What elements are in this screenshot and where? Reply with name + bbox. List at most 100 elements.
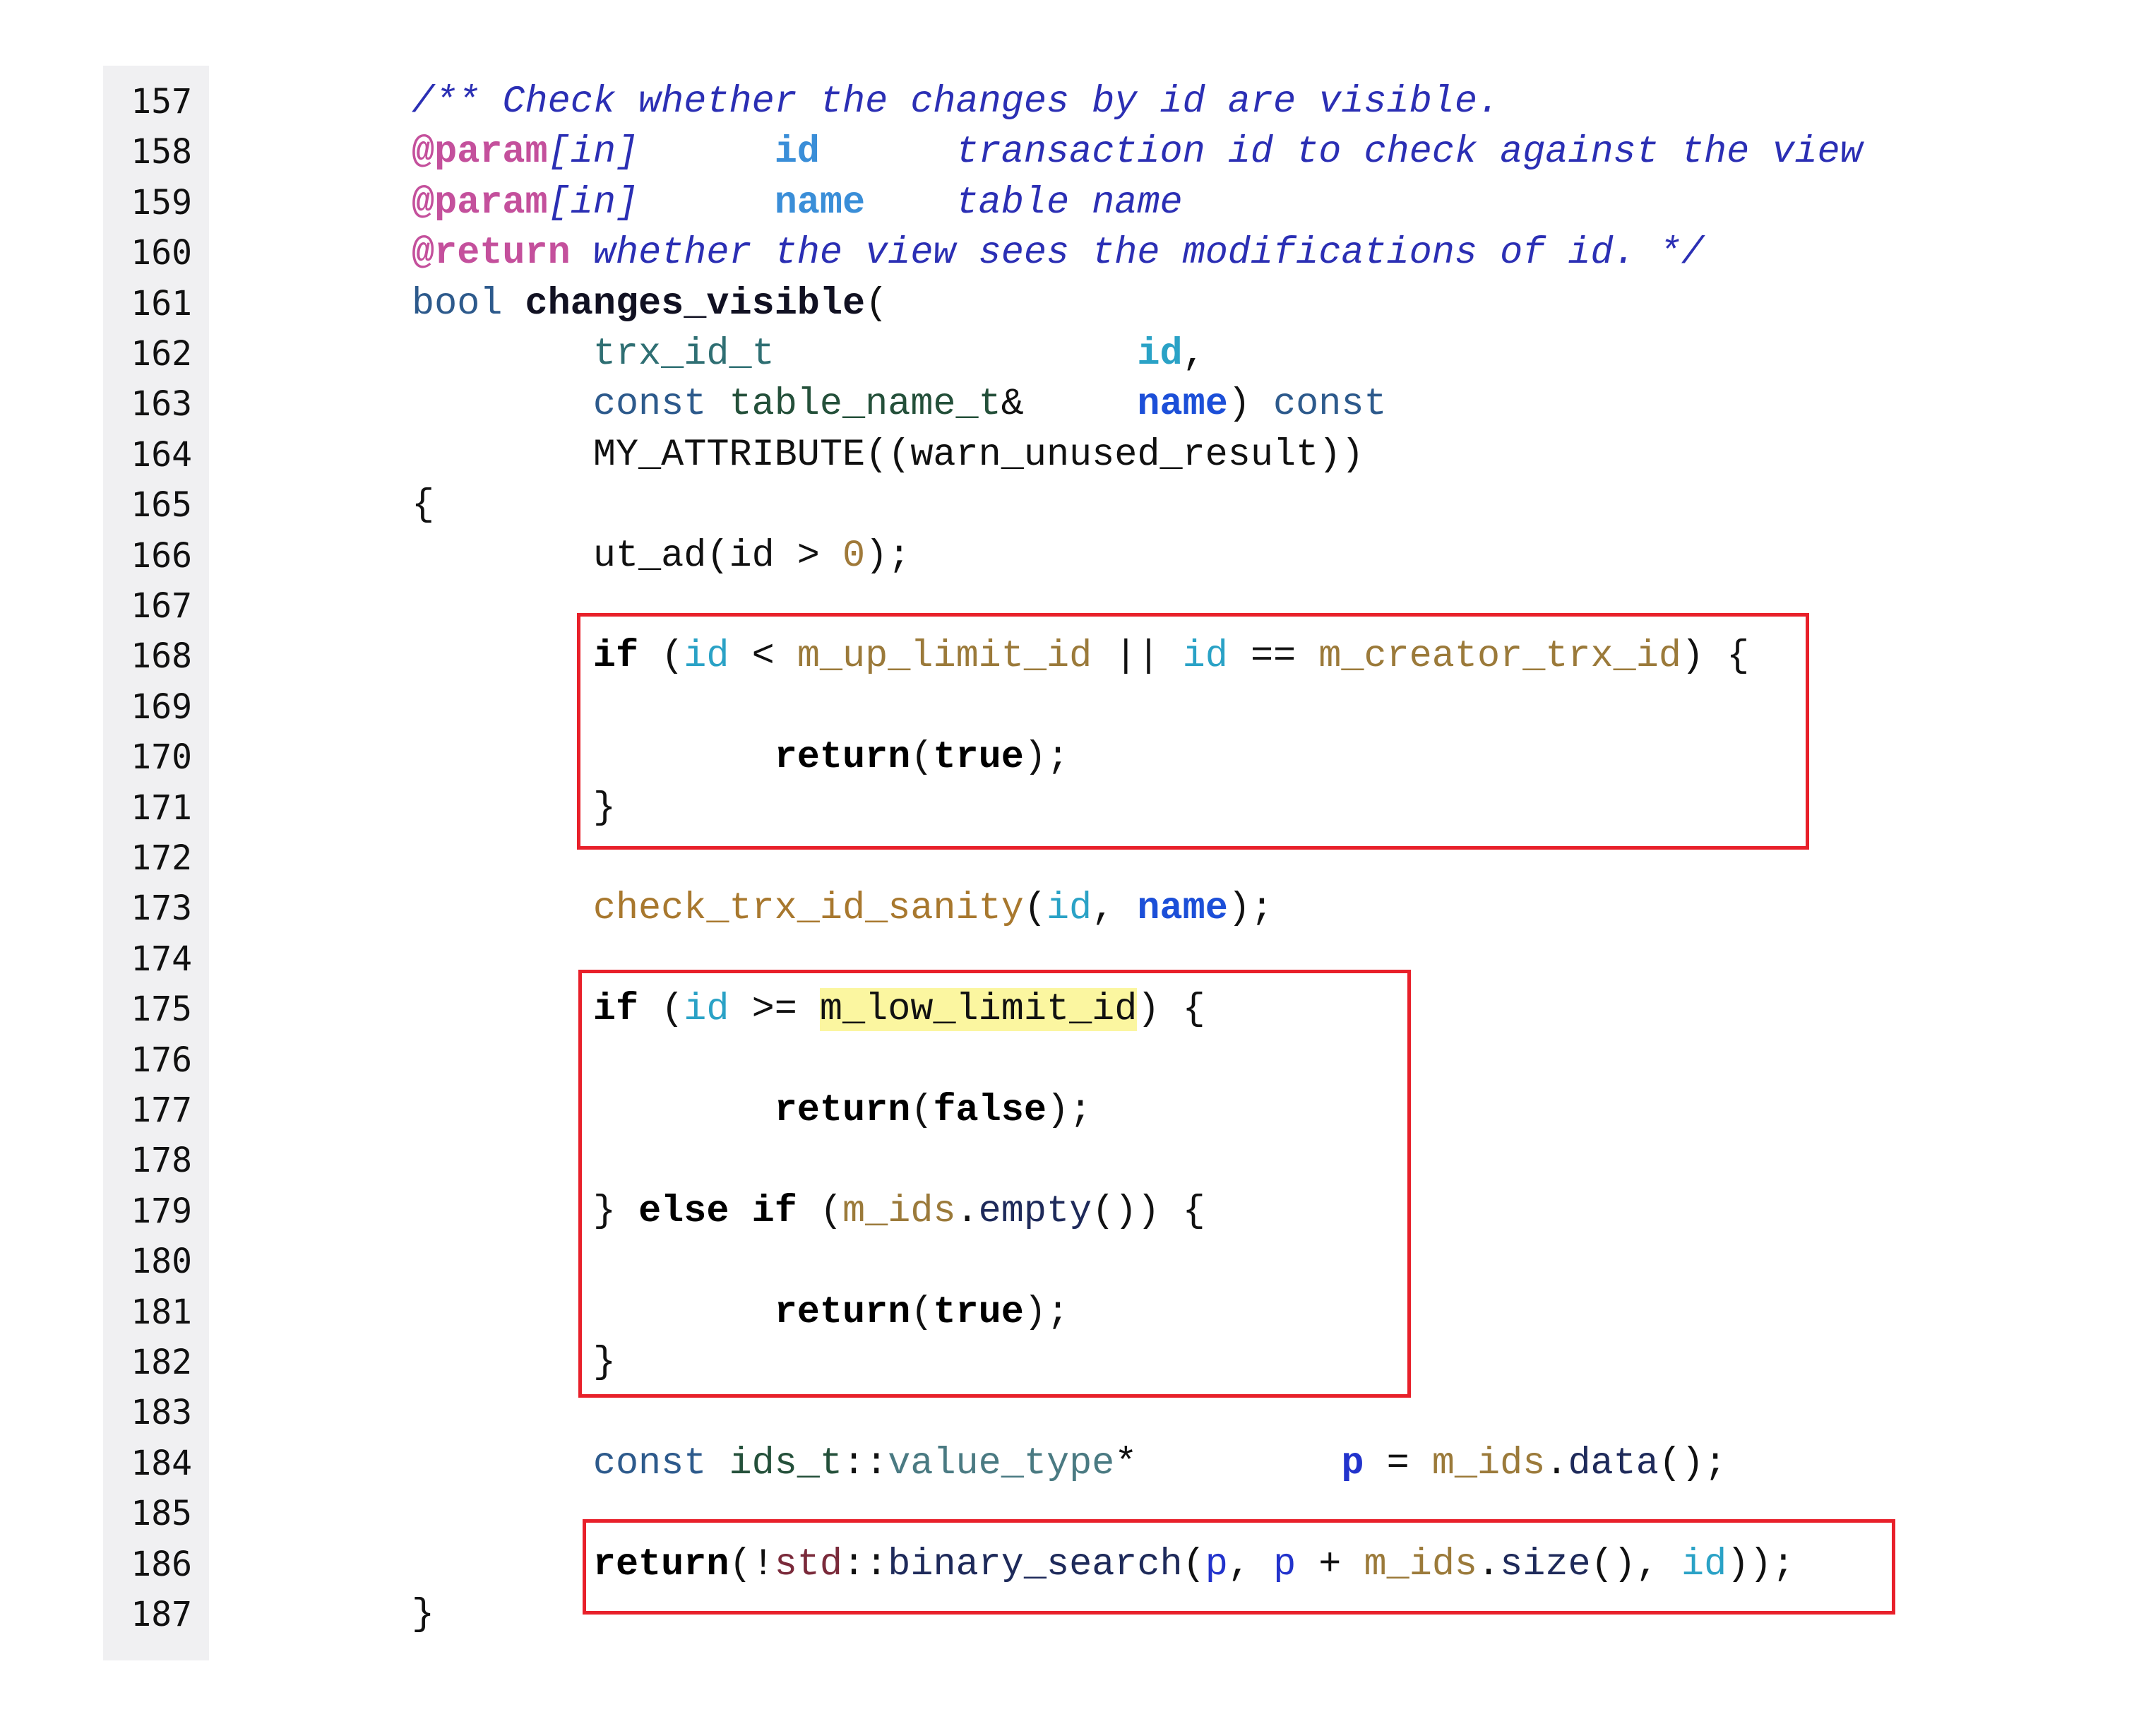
code-token-cmt: table name	[955, 181, 1183, 225]
code-token-kw: const	[592, 1441, 707, 1485]
code-line: @param[in] id transaction id to check ag…	[412, 127, 1863, 177]
code-token-pname: id	[774, 131, 820, 174]
code-token-plain: );	[865, 534, 911, 578]
code-token-cmt: /** Check whether the changes by id are …	[412, 81, 1501, 124]
line-number: 181	[131, 1292, 192, 1332]
code-line: const ids_t::value_type* p = m_ids.data(…	[412, 1439, 1727, 1489]
line-number: 178	[131, 1141, 192, 1181]
highlight-box-low-limit	[578, 970, 1411, 1398]
code-token-name: name	[1137, 887, 1228, 931]
line-number: 164	[131, 434, 192, 475]
code-token-plain: ::	[842, 1441, 888, 1485]
code-token-plain: ,	[1182, 333, 1205, 376]
line-number: 171	[131, 787, 192, 828]
line-number: 180	[131, 1242, 192, 1282]
code-token-type2: table_name_t	[729, 383, 1001, 427]
line-number: 183	[131, 1393, 192, 1433]
line-number: 186	[131, 1544, 192, 1584]
code-token-kw: bool	[412, 282, 503, 326]
highlight-box-fast-path	[577, 613, 1809, 850]
line-number: 167	[131, 586, 192, 626]
code-token-plain: }	[412, 1593, 435, 1636]
code-line: }	[412, 1590, 434, 1640]
code-token-plain: );	[1227, 887, 1274, 931]
code-token-plain: )	[1227, 383, 1274, 427]
code-token-cmt: [in]	[547, 181, 775, 225]
code-token-argb: id	[1137, 333, 1183, 376]
line-number: 172	[131, 838, 192, 878]
code-token-type: trx_id_t	[592, 333, 775, 376]
code-token-plain: ,	[1092, 887, 1138, 931]
code-line: MY_ATTRIBUTE((warn_unused_result))	[412, 430, 1364, 480]
line-number: 157	[131, 82, 192, 121]
line-number: 170	[131, 737, 192, 778]
code-token-plain: ();	[1658, 1441, 1727, 1485]
line-number: 162	[131, 334, 192, 374]
line-number: 182	[131, 1343, 192, 1382]
code-token-plain: *	[1114, 1441, 1138, 1485]
line-number: 174	[131, 939, 192, 979]
line-number: 166	[131, 535, 192, 576]
code-token-name: name	[1137, 383, 1228, 427]
line-number: 187	[131, 1595, 192, 1634]
code-token-num: 0	[842, 534, 866, 578]
code-token-arg: id	[1046, 887, 1092, 931]
line-number: 173	[131, 888, 192, 929]
code-line: {	[412, 480, 434, 530]
code-token-method: data	[1568, 1441, 1659, 1485]
code-line: @return whether the view sees the modifi…	[412, 228, 1704, 278]
code-token-tag: @return	[412, 232, 571, 275]
code-token-pname: name	[774, 181, 866, 225]
line-number: 165	[131, 485, 192, 525]
code-line: @param[in] name table name	[412, 178, 1183, 228]
code-token-fn: changes_visible	[525, 282, 866, 326]
code-token-plain: .	[1545, 1441, 1568, 1485]
code-token-ptrb: p	[1341, 1441, 1364, 1485]
code-token-cmt: [in]	[547, 131, 775, 174]
code-token-kw: const	[592, 383, 707, 427]
line-number: 163	[131, 384, 192, 424]
line-number: 184	[131, 1443, 192, 1483]
code-token-plain: ut_ad(id >	[592, 534, 843, 578]
line-number: 160	[131, 233, 192, 273]
code-token-plain: (	[865, 282, 888, 326]
code-token-plain: (	[1023, 887, 1047, 931]
line-number: 175	[131, 989, 192, 1030]
code-token-plain: MY_ATTRIBUTE((warn_unused_result))	[592, 433, 1364, 477]
code-token-mem: m_ids	[1431, 1441, 1546, 1485]
highlight-box-binary-search	[583, 1519, 1895, 1615]
code-token-plain: &	[1001, 383, 1024, 427]
line-number: 158	[131, 132, 192, 172]
code-line: ut_ad(id > 0);	[412, 531, 911, 581]
code-line: bool changes_visible(	[412, 279, 888, 329]
code-line: check_trx_id_sanity(id, name);	[412, 884, 1273, 934]
line-number: 185	[131, 1494, 192, 1534]
code-line: trx_id_t id,	[412, 329, 1205, 379]
code-token-plain: =	[1364, 1441, 1432, 1485]
code-token-type3: value_type	[888, 1441, 1115, 1485]
line-number: 168	[131, 636, 192, 677]
code-token-mfn: check_trx_id_sanity	[592, 887, 1024, 931]
code-token-tag: @param	[412, 131, 548, 174]
code-token-plain: {	[412, 484, 435, 528]
line-number: 179	[131, 1191, 192, 1231]
line-number: 177	[131, 1090, 192, 1130]
code-token-kw: const	[1273, 383, 1387, 427]
line-number: 176	[131, 1040, 192, 1080]
